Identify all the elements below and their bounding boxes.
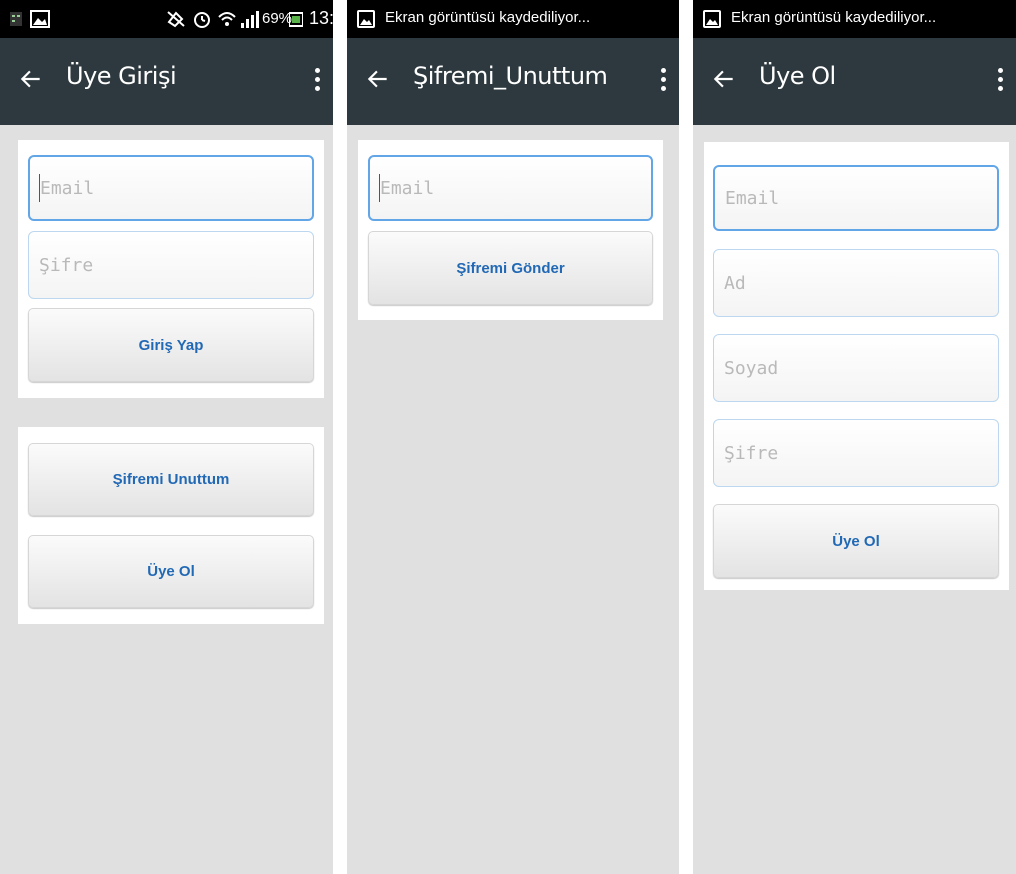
status-bar: Ekran görüntüsü kaydediliyor... xyxy=(347,0,679,38)
text-cursor xyxy=(39,174,40,202)
alarm-icon xyxy=(194,12,210,28)
send-password-button[interactable]: Şifremi Gönder xyxy=(368,231,653,305)
screenshot-notice: Ekran görüntüsü kaydediliyor... xyxy=(385,9,591,26)
notification-icon xyxy=(10,12,22,26)
signup-button[interactable]: Üye Ol xyxy=(28,535,314,608)
app-bar: Üye Ol xyxy=(693,38,1016,125)
app-bar: Şifremi_Unuttum xyxy=(347,38,679,125)
forgot-password-screen: Ekran görüntüsü kaydediliyor... Şifremi_… xyxy=(347,0,679,874)
app-bar: Üye Girişi xyxy=(0,38,333,125)
page-title: Üye Ol xyxy=(759,62,836,90)
status-bar: Ekran görüntüsü kaydediliyor... xyxy=(693,0,1016,38)
screenshot-notice: Ekran görüntüsü kaydediliyor... xyxy=(731,9,937,26)
login-button[interactable]: Giriş Yap xyxy=(28,308,314,382)
gallery-icon xyxy=(357,10,375,28)
gallery-icon xyxy=(703,10,721,28)
back-arrow-icon[interactable] xyxy=(18,66,44,92)
gallery-icon xyxy=(30,10,50,28)
battery-percent: 69% xyxy=(262,10,293,27)
surname-field[interactable] xyxy=(713,334,999,402)
login-card: Giriş Yap xyxy=(18,140,324,398)
email-field[interactable] xyxy=(28,155,314,221)
forgot-card: Şifremi Gönder xyxy=(358,140,663,320)
name-field[interactable] xyxy=(713,249,999,317)
page-title: Şifremi_Unuttum xyxy=(413,62,608,90)
login-screen: 69% 13:11 Üye Girişi Giriş Yap Şifremi U… xyxy=(0,0,333,874)
actions-card: Şifremi Unuttum Üye Ol xyxy=(18,427,324,624)
signup-screen: Ekran görüntüsü kaydediliyor... Üye Ol Ü… xyxy=(693,0,1016,874)
clock: 13:11 xyxy=(309,8,333,28)
forgot-password-button[interactable]: Şifremi Unuttum xyxy=(28,443,314,516)
page-title: Üye Girişi xyxy=(66,62,177,90)
password-field[interactable] xyxy=(28,231,314,299)
status-bar: 69% 13:11 xyxy=(0,0,333,38)
signup-card: Üye Ol xyxy=(704,142,1009,590)
password-field[interactable] xyxy=(713,419,999,487)
signal-icon xyxy=(241,11,259,28)
email-field[interactable] xyxy=(713,165,999,231)
email-field[interactable] xyxy=(368,155,653,221)
text-cursor xyxy=(379,174,380,202)
mute-icon xyxy=(167,11,185,28)
back-arrow-icon[interactable] xyxy=(365,66,391,92)
overflow-menu-icon[interactable] xyxy=(657,66,669,96)
back-arrow-icon[interactable] xyxy=(711,66,737,92)
overflow-menu-icon[interactable] xyxy=(311,66,323,96)
overflow-menu-icon[interactable] xyxy=(994,66,1006,96)
signup-button[interactable]: Üye Ol xyxy=(713,504,999,578)
wifi-icon xyxy=(218,12,236,26)
battery-icon xyxy=(289,12,303,27)
